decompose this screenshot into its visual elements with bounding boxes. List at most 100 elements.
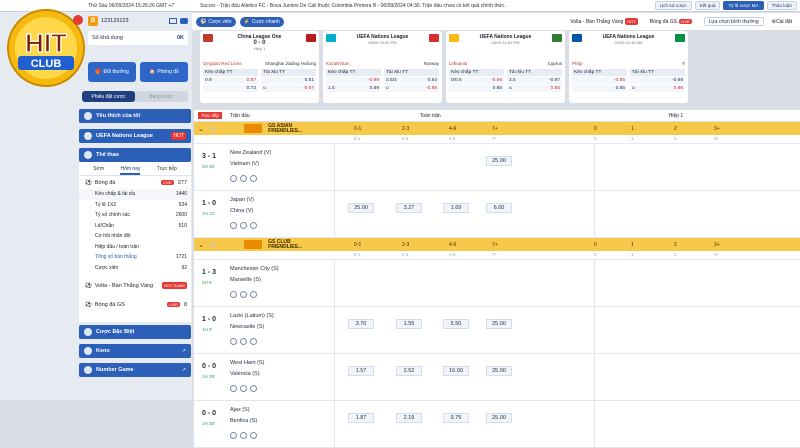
mail-icon[interactable] xyxy=(169,18,177,24)
tab-today[interactable]: Hôm nay xyxy=(120,166,141,175)
odds-button[interactable]: 1.87 xyxy=(348,413,374,423)
ou-odd[interactable]: 2.5/3 0.84 xyxy=(384,77,439,84)
message-icon[interactable] xyxy=(180,18,188,24)
odds-button[interactable]: 9.75 xyxy=(443,413,469,423)
quick-bet-button[interactable]: ⚡ Cược nhanh xyxy=(239,16,284,27)
handicap-odd[interactable]: 0.85 xyxy=(449,85,504,92)
tab-early[interactable]: Sớm xyxy=(93,166,104,175)
sidebar-item-soccer[interactable]: ⚽ Bóng đá LIVE 277 xyxy=(79,176,191,189)
ou-odd[interactable]: -0.98 xyxy=(630,77,685,84)
sidebar-item-soccer-double-chance[interactable]: Cơ hội nhân đôi xyxy=(79,231,191,242)
sidebar-favorites[interactable]: Yêu thích của tôi xyxy=(79,109,191,123)
sidebar-item-soccer-handicap[interactable]: Kèo chấp & tài xỉu 1446 xyxy=(79,189,191,200)
red-room-button[interactable]: 🏠 Phòng đỏ xyxy=(140,62,188,82)
tab-live[interactable]: Trực tiếp xyxy=(157,166,177,175)
discussion-button[interactable]: Thảo luận xyxy=(766,1,797,10)
tab-volta[interactable]: Volta - Bàn Thắng Vàng HOT xyxy=(566,18,641,25)
info-icon[interactable] xyxy=(250,291,257,298)
odds-button[interactable]: 25.00 xyxy=(348,203,374,213)
odds-button[interactable]: 25.00 xyxy=(486,366,512,376)
odds-button[interactable]: 2.19 xyxy=(396,413,422,423)
stats-icon[interactable] xyxy=(230,338,237,345)
odds-button[interactable]: 1.55 xyxy=(396,319,422,329)
ou-odd[interactable]: 0.81 xyxy=(261,77,316,84)
watch-icon[interactable] xyxy=(240,432,247,439)
watch-icon[interactable] xyxy=(240,338,247,345)
watch-icon[interactable] xyxy=(240,291,247,298)
odds-button[interactable]: 25.00 xyxy=(486,413,512,423)
stats-icon[interactable] xyxy=(230,175,237,182)
info-icon[interactable] xyxy=(250,385,257,392)
bettor-button[interactable]: ⚽ Cược viên xyxy=(196,16,236,27)
odds-button[interactable]: 1.69 xyxy=(443,203,469,213)
odds-button[interactable]: 6.00 xyxy=(486,203,512,213)
sidebar-item-soccer-parlay[interactable]: Cược xiên 92 xyxy=(79,263,191,274)
info-icon[interactable] xyxy=(250,432,257,439)
info-icon[interactable] xyxy=(250,222,257,229)
sidebar-item-soccer-correct-score[interactable]: Tỷ số chính xác 2600 xyxy=(79,210,191,221)
bet-history-button[interactable]: Lịch sử cược xyxy=(654,1,692,10)
sidebar-nations-league[interactable]: UEFA Nations League HOT xyxy=(79,129,191,143)
sidebar-item-soccer-ht-ft[interactable]: Hiệp đầu / toàn trận xyxy=(79,242,191,253)
results-button[interactable]: Kết quả xyxy=(694,1,721,10)
odds-button[interactable]: 1.57 xyxy=(348,366,374,376)
sidebar-sports[interactable]: Thể thao xyxy=(79,148,191,162)
ou-odd[interactable]: 2.5 -0.97 xyxy=(507,77,562,84)
tab-bongda-gs[interactable]: Bóng đá GS LIVE xyxy=(646,19,700,25)
watch-icon[interactable] xyxy=(240,385,247,392)
match-card[interactable]: UEFA Nations League 06/09 11:00 PM Lithu… xyxy=(446,31,565,103)
tab-betslip[interactable]: Phiếu đặt cược xyxy=(82,91,135,102)
star-icon[interactable]: ★ xyxy=(210,241,216,249)
sidebar-item-soccer-total-goals[interactable]: Tổng số bàn thắng 1721 xyxy=(79,252,191,263)
odds-button[interactable]: 2.52 xyxy=(396,366,422,376)
settings-button[interactable]: ⚙ Cài đặt xyxy=(768,17,796,26)
sidebar-item-soccer-1x2[interactable]: Tỷ lệ 1X2 534 xyxy=(79,200,191,211)
handicap-odd[interactable]: 0.73 xyxy=(203,85,258,92)
league-header[interactable]: ⌄ ★ GS CLUB FRIENDLIES... 0-1 2-3 4-6 7+ 0 1 2 3… xyxy=(194,238,800,251)
handicap-odd[interactable]: -0.95 xyxy=(572,77,627,84)
tab-bet-table[interactable]: Bảng cược xyxy=(135,91,188,102)
odds-button[interactable]: 25.00 xyxy=(486,156,512,166)
odds-button[interactable]: 16.00 xyxy=(443,366,469,376)
away-flag-icon xyxy=(552,34,562,42)
sidebar-special-bets[interactable]: Cược Đặc Biệt xyxy=(79,325,191,339)
ou-odd[interactable]: u -0.96 xyxy=(384,85,439,92)
watch-icon[interactable] xyxy=(240,175,247,182)
odds-type-select[interactable]: Tỷ lệ cược MA xyxy=(723,1,764,10)
chevron-down-icon[interactable]: ⌄ xyxy=(198,125,204,133)
league-header[interactable]: ⌄ ★ GS ASIAN FRIENDLIES... 0-1 2-3 4-6 7+ 0 1 2… xyxy=(194,122,800,135)
handicap-odd[interactable]: -0.99 xyxy=(326,77,381,84)
handicap-odd[interactable]: 1.5 0.89 xyxy=(326,85,381,92)
ou-odd[interactable]: u -0.97 xyxy=(261,85,316,92)
handicap-odd[interactable]: 0.85 xyxy=(572,85,627,92)
chevron-down-icon[interactable]: ⌄ xyxy=(198,241,204,249)
odds-button[interactable]: 3.27 xyxy=(396,203,422,213)
odds-button[interactable]: 5.50 xyxy=(443,319,469,329)
sidebar-item-volta[interactable]: ⚽ Volta - Bàn Thắng Vàng HOT GAME xyxy=(79,279,191,292)
handicap-odd[interactable]: 0.9 0.87 xyxy=(203,77,258,84)
match-card[interactable]: China League One 0 - 0 Hiệp 1 Qingdao Re… xyxy=(200,31,319,103)
stats-icon[interactable] xyxy=(230,222,237,229)
sort-select[interactable]: Lựa chọn bình thường xyxy=(703,17,764,26)
sidebar-item-soccer-odd-even[interactable]: Lẻ/Chẵn 510 xyxy=(79,221,191,232)
news-ticker[interactable]: Soccer - Trận đấu Atletico FC - Boca Jun… xyxy=(200,3,655,9)
sidebar-keno[interactable]: Keno ↗ xyxy=(79,344,191,358)
hitclub-logo[interactable]: HIT CLUB xyxy=(2,8,90,88)
stats-icon[interactable] xyxy=(230,432,237,439)
match-card[interactable]: UEFA Nations League 07/09 01:45 AM Pháp … xyxy=(569,31,688,103)
sidebar-item-bongda-gs[interactable]: ⚽ Bóng đá GS LIVE 8 xyxy=(79,298,191,311)
sidebar-number-game[interactable]: Number Game ↗ xyxy=(79,363,191,377)
odds-button[interactable]: 25.00 xyxy=(486,319,512,329)
info-icon[interactable] xyxy=(250,175,257,182)
info-icon[interactable] xyxy=(250,338,257,345)
reward-exchange-button[interactable]: 🎁 Đổi thưởng xyxy=(88,62,136,82)
watch-icon[interactable] xyxy=(240,222,247,229)
star-icon[interactable]: ★ xyxy=(210,125,216,133)
match-card[interactable]: UEFA Nations League 06/09 09:00 PM Kazak… xyxy=(323,31,442,103)
odds-button[interactable]: 3.70 xyxy=(348,319,374,329)
stats-icon[interactable] xyxy=(230,385,237,392)
ou-odd[interactable]: u 0.85 xyxy=(507,85,562,92)
stats-icon[interactable] xyxy=(230,291,237,298)
ou-odd[interactable]: u 0.86 xyxy=(630,85,685,92)
handicap-odd[interactable]: 0/0.5 -0.95 xyxy=(449,77,504,84)
